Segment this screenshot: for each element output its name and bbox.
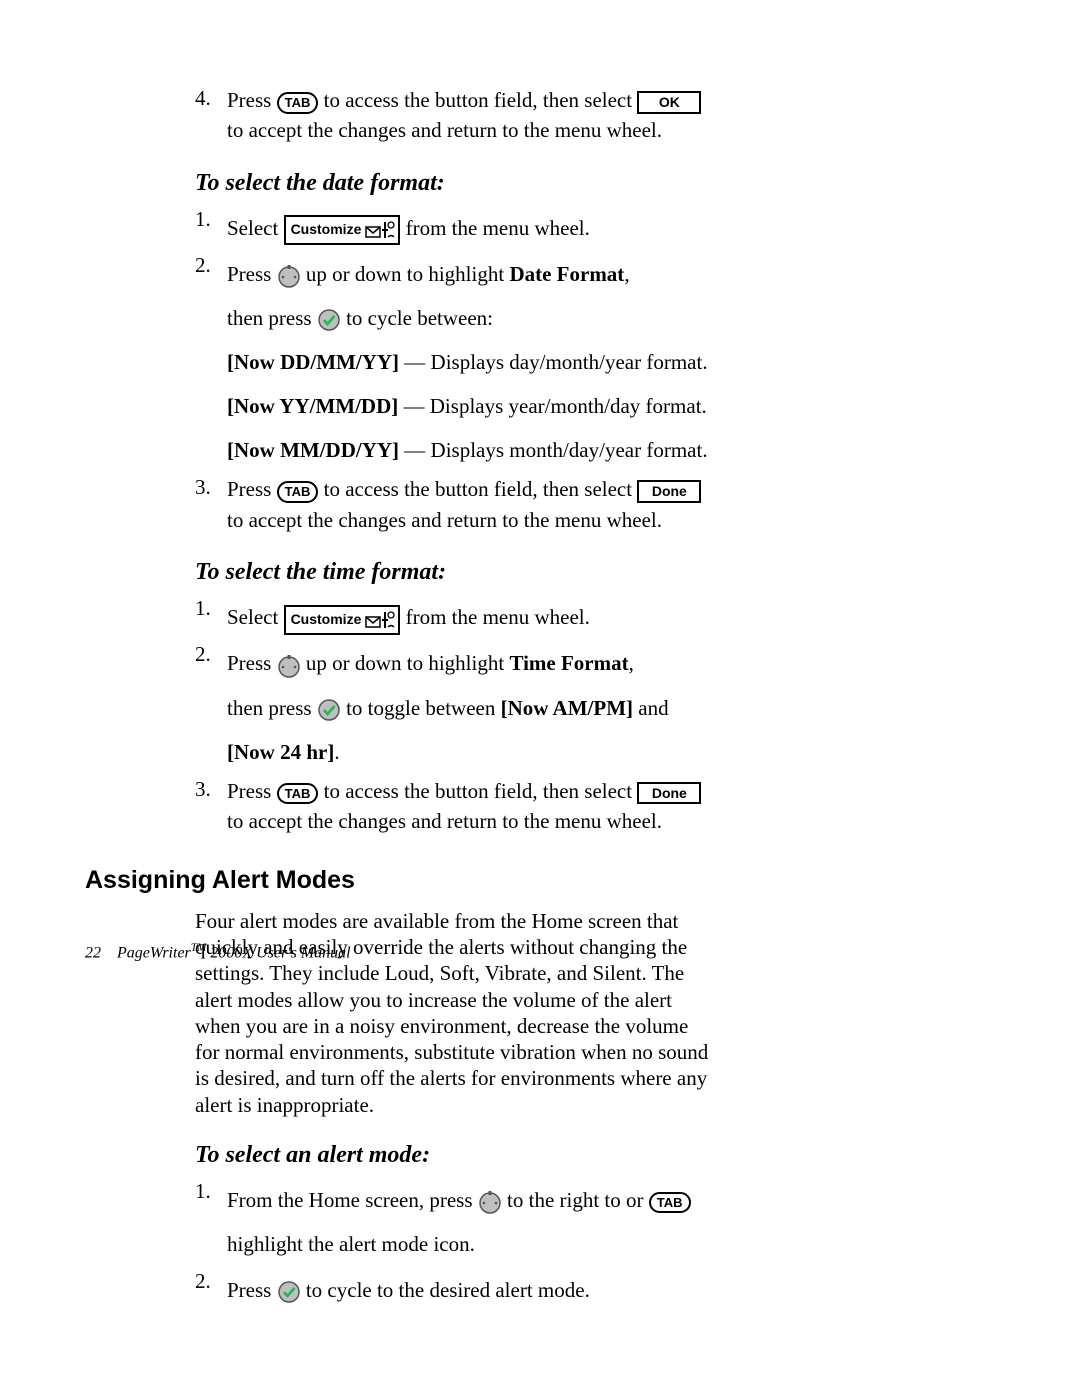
text: to cycle between: xyxy=(341,306,493,330)
text: to access the button field, then select xyxy=(318,779,637,803)
ok-button-graphic: OK xyxy=(637,91,701,114)
footer-title: PageWriter xyxy=(117,944,191,961)
text: to access the button field, then select xyxy=(318,477,637,501)
text: from the menu wheel. xyxy=(400,605,590,629)
text: up or down to highlight xyxy=(301,651,510,675)
text: to accept the changes and return to the … xyxy=(227,118,662,142)
option-bold: [Now MM/DD/YY] xyxy=(227,438,399,462)
page-number: 22 xyxy=(85,944,101,961)
text: to toggle between xyxy=(341,696,501,720)
text: Press xyxy=(227,88,277,112)
footer-title: 2000X User's Manual xyxy=(206,944,350,961)
text: to accept the changes and return to the … xyxy=(227,809,662,833)
done-button-graphic: Done xyxy=(637,480,701,503)
heading-select-alert-mode: To select an alert mode: xyxy=(195,1140,945,1170)
list-number: 1. xyxy=(195,1178,227,1204)
customize-button-graphic: Customize xyxy=(284,605,401,635)
text: Press xyxy=(227,1278,277,1302)
page-footer: 22 PageWriterTM 2000X User's Manual xyxy=(85,942,351,962)
list-number: 3. xyxy=(195,474,227,500)
text: Select xyxy=(227,216,284,240)
text: Press xyxy=(227,477,277,501)
text: to access the button field, then select xyxy=(318,88,637,112)
text: Press xyxy=(227,779,277,803)
text: From the Home screen, press xyxy=(227,1188,478,1212)
text: highlight the alert mode icon. xyxy=(227,1232,475,1256)
text: up or down to highlight xyxy=(301,262,510,286)
list-number: 1. xyxy=(195,206,227,232)
tab-key-icon: TAB xyxy=(277,481,319,503)
text: to accept the changes and return to the … xyxy=(227,508,662,532)
heading-date-format: To select the date format: xyxy=(195,168,945,198)
envelope-tools-icon xyxy=(365,609,395,631)
list-number: 3. xyxy=(195,776,227,802)
text: and xyxy=(633,696,669,720)
list-number: 2. xyxy=(195,252,227,278)
select-check-icon xyxy=(277,1280,301,1304)
text: then press xyxy=(227,306,317,330)
list-number: 1. xyxy=(195,595,227,621)
select-check-icon xyxy=(317,698,341,722)
option-bold: [Now AM/PM] xyxy=(501,696,633,720)
text: — Displays month/day/year format. xyxy=(399,438,708,462)
text: Press xyxy=(227,262,277,286)
text: , xyxy=(624,262,629,286)
customize-button-graphic: Customize xyxy=(284,215,401,245)
tab-key-icon: TAB xyxy=(649,1192,691,1214)
nav-disc-icon xyxy=(478,1190,502,1214)
list-number: 2. xyxy=(195,641,227,667)
trademark: TM xyxy=(191,942,207,954)
nav-disc-icon xyxy=(277,264,301,288)
text: — Displays day/month/year format. xyxy=(399,350,708,374)
text: — Displays year/month/day format. xyxy=(398,394,707,418)
heading-time-format: To select the time format: xyxy=(195,557,945,587)
text: then press xyxy=(227,696,317,720)
list-number: 2. xyxy=(195,1268,227,1294)
paragraph-alert-modes: Four alert modes are available from the … xyxy=(195,908,715,1118)
text: , xyxy=(629,651,634,675)
text: Select xyxy=(227,605,284,629)
nav-disc-icon xyxy=(277,654,301,678)
tab-key-icon: TAB xyxy=(277,92,319,114)
text: to the right to or xyxy=(502,1188,649,1212)
text: Press xyxy=(227,651,277,675)
list-number: 4. xyxy=(195,85,227,111)
text: to cycle to the desired alert mode. xyxy=(301,1278,590,1302)
envelope-tools-icon xyxy=(365,219,395,241)
bold-label: Time Format xyxy=(509,651,628,675)
option-bold: [Now 24 hr] xyxy=(227,740,334,764)
text: from the menu wheel. xyxy=(400,216,590,240)
heading-alert-modes: Assigning Alert Modes xyxy=(85,865,945,896)
text: . xyxy=(334,740,339,764)
done-button-graphic: Done xyxy=(637,782,701,805)
tab-key-icon: TAB xyxy=(277,783,319,805)
bold-label: Date Format xyxy=(509,262,624,286)
option-bold: [Now YY/MM/DD] xyxy=(227,394,398,418)
option-bold: [Now DD/MM/YY] xyxy=(227,350,399,374)
select-check-icon xyxy=(317,308,341,332)
